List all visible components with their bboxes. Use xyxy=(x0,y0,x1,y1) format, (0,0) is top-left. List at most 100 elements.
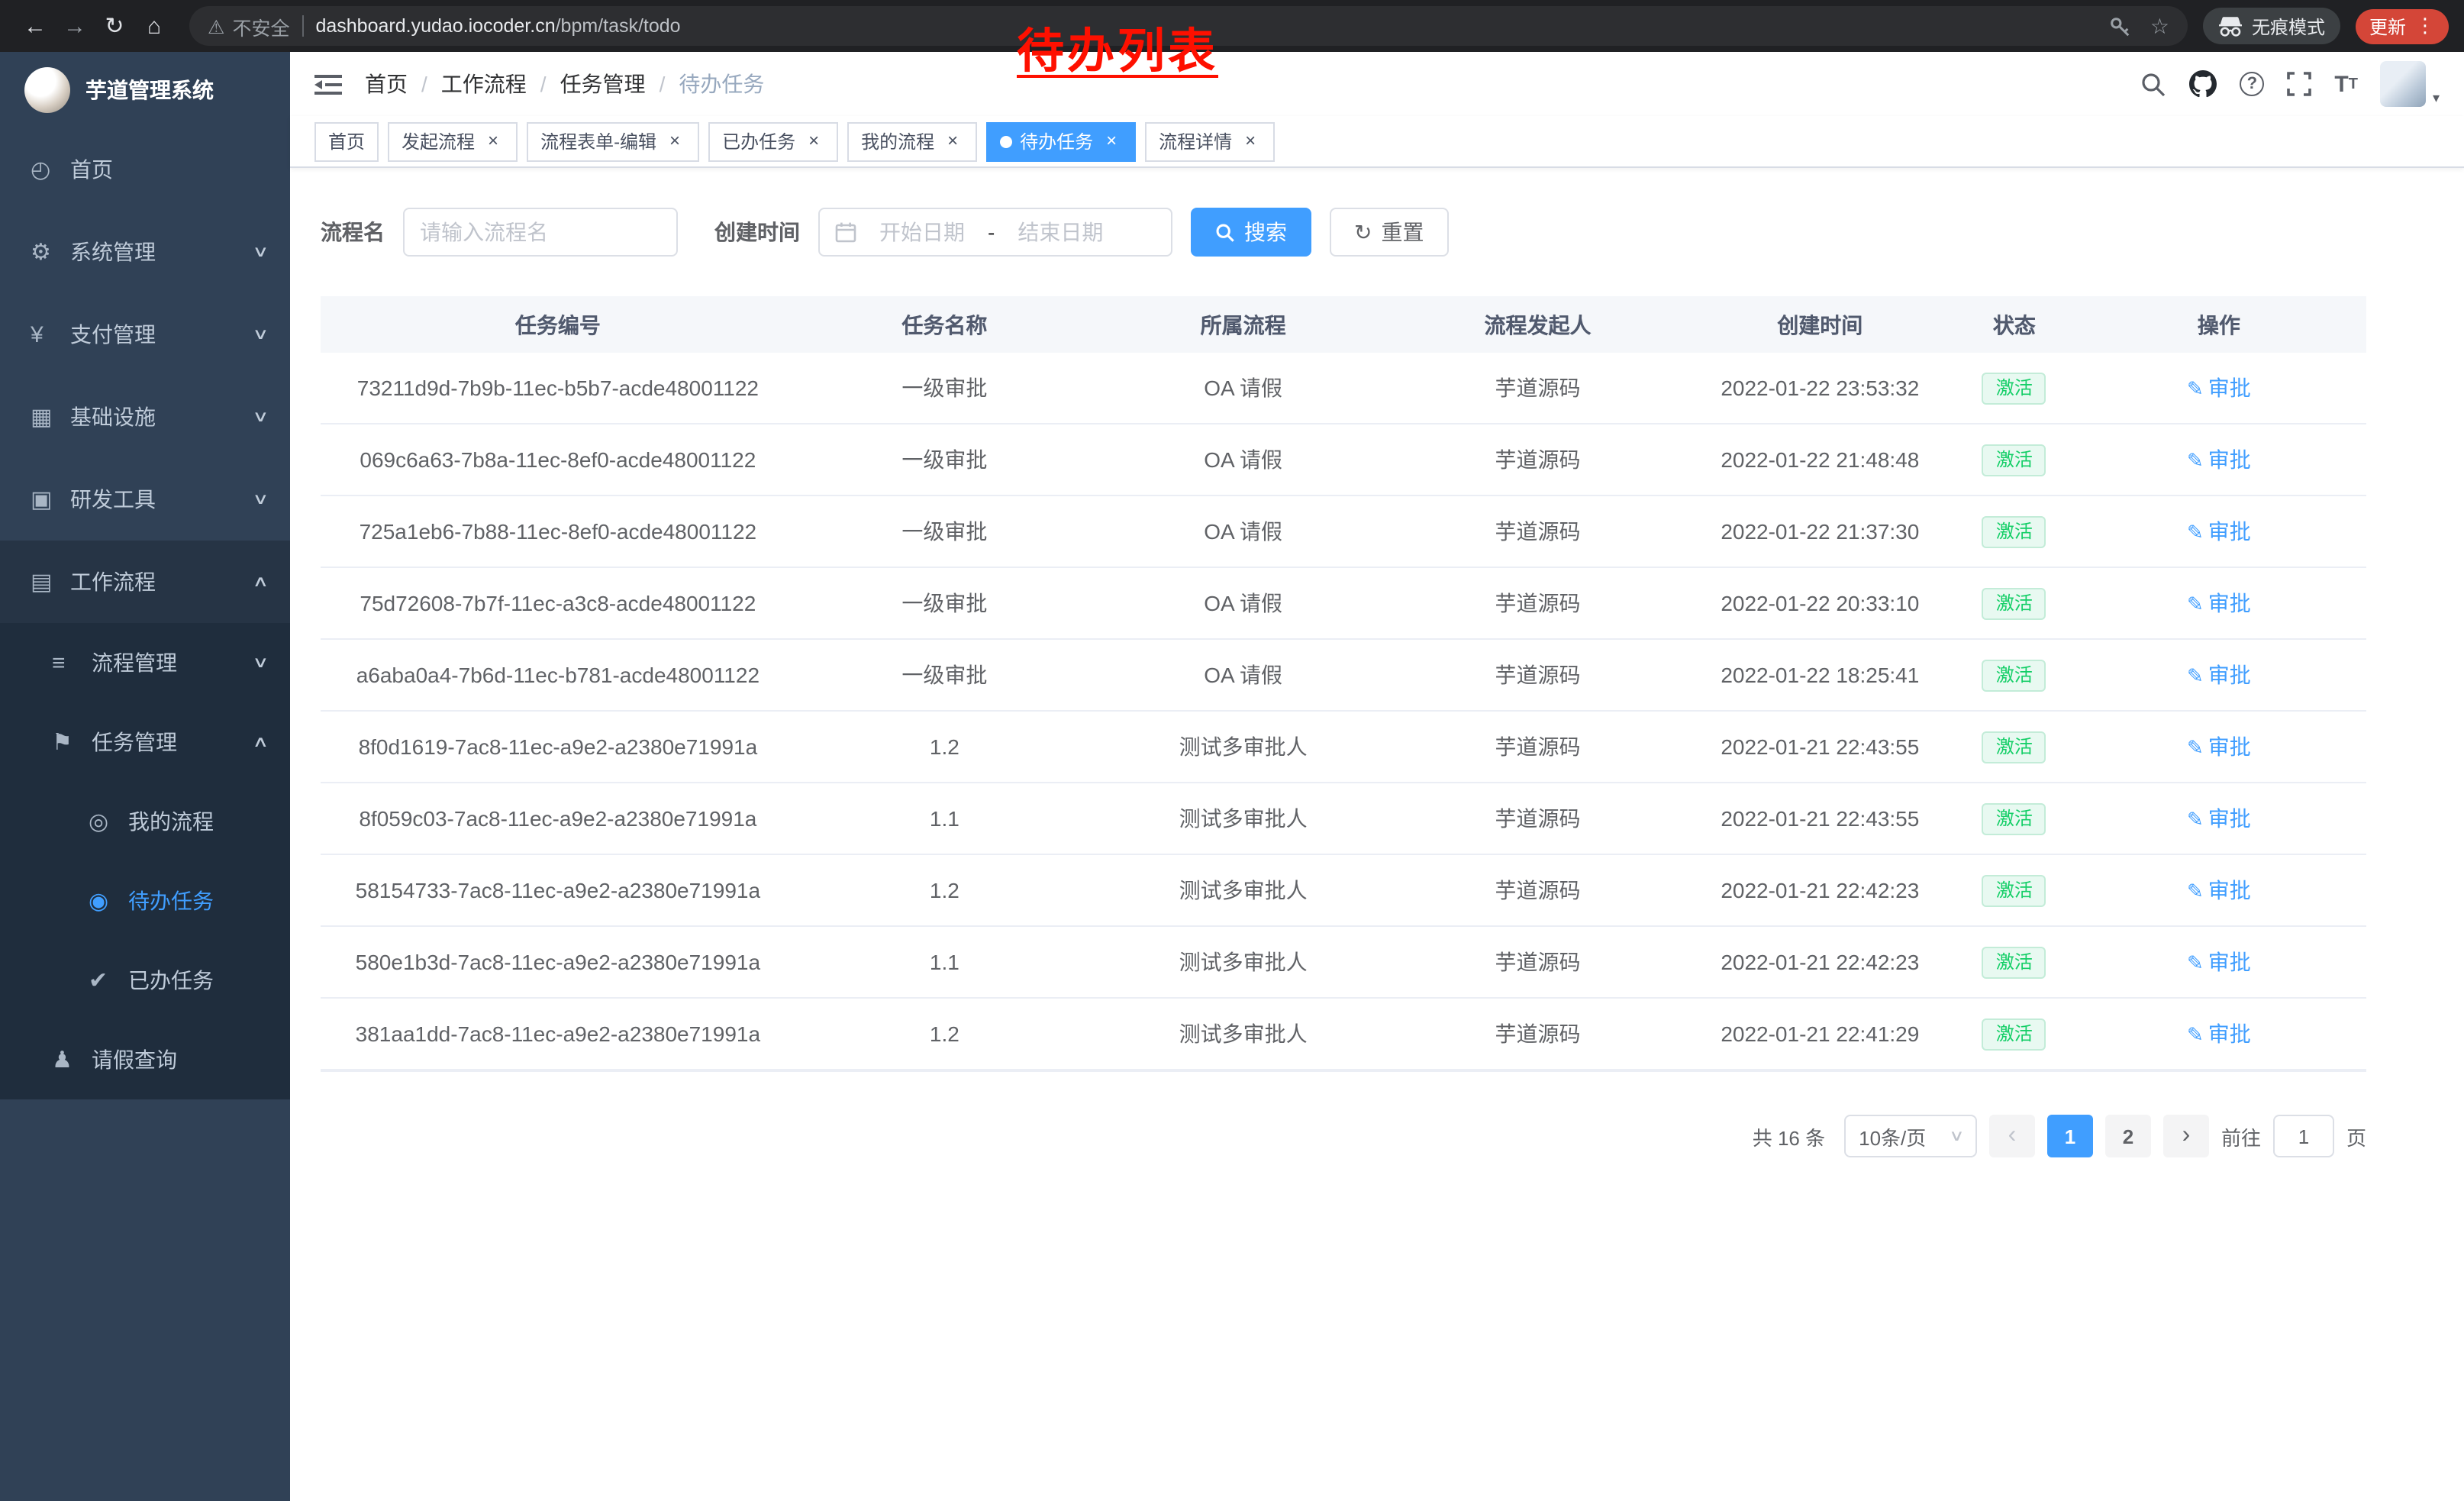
cell-action: ✎审批 xyxy=(2072,444,2366,475)
approve-link[interactable]: ✎审批 xyxy=(2187,1022,2251,1046)
cell-create-time: 2022-01-22 20:33:10 xyxy=(1683,591,1957,615)
cell-initiator: 芋道源码 xyxy=(1392,444,1683,475)
tab-label: 首页 xyxy=(328,128,365,154)
sidebar-item-process-mgmt[interactable]: ≡ 流程管理∨ xyxy=(0,623,290,702)
status-badge: 激活 xyxy=(1982,802,2046,834)
start-date-input[interactable] xyxy=(866,220,979,244)
approve-link[interactable]: ✎审批 xyxy=(2187,734,2251,759)
close-icon[interactable]: × xyxy=(803,131,824,152)
edit-icon: ✎ xyxy=(2187,736,2204,759)
cell-task-id: 069c6a63-7b8a-11ec-8ef0-acde48001122 xyxy=(321,447,795,472)
cell-status: 激活 xyxy=(1957,444,2072,476)
filter-bar: 流程名 创建时间 - 搜索 xyxy=(321,208,2366,257)
font-size-icon[interactable]: TT xyxy=(2334,71,2358,97)
breadcrumb-item[interactable]: 任务管理 xyxy=(560,69,646,99)
sidebar-item-task-mgmt[interactable]: ⚑ 任务管理∧ xyxy=(0,702,290,782)
sidebar-item-label: 研发工具 xyxy=(70,484,156,515)
cell-task-name: 1.2 xyxy=(795,1022,1094,1046)
tab-process-detail[interactable]: 流程详情 × xyxy=(1145,121,1275,161)
search-button[interactable]: 搜索 xyxy=(1191,208,1311,257)
reset-button[interactable]: ↻ 重置 xyxy=(1330,208,1448,257)
column-header: 状态 xyxy=(1957,309,2072,340)
cell-action: ✎审批 xyxy=(2072,803,2366,834)
chevron-down-icon: ∨ xyxy=(252,491,269,508)
goto-label: 前往 xyxy=(2221,1122,2261,1151)
tab-form-edit[interactable]: 流程表单-编辑 × xyxy=(527,121,699,161)
forward-icon[interactable]: → xyxy=(55,13,95,39)
sidebar-item-leave-query[interactable]: ♟ 请假查询 xyxy=(0,1020,290,1099)
status-badge: 激活 xyxy=(1982,587,2046,619)
approve-link[interactable]: ✎审批 xyxy=(2187,519,2251,544)
sidebar-item-home[interactable]: ◴ 首页 xyxy=(0,128,290,211)
tab-todo-task[interactable]: 待办任务 × xyxy=(986,121,1136,161)
status-badge: 激活 xyxy=(1982,515,2046,547)
approve-link[interactable]: ✎审批 xyxy=(2187,663,2251,687)
close-icon[interactable]: × xyxy=(482,131,504,152)
tab-label: 发起流程 xyxy=(402,128,475,154)
create-time-label: 创建时间 xyxy=(714,217,800,247)
process-name-input[interactable] xyxy=(420,220,661,244)
reload-icon[interactable]: ↻ xyxy=(95,12,134,40)
sidebar-item-system[interactable]: ⚙ 系统管理∨ xyxy=(0,211,290,293)
close-icon[interactable]: × xyxy=(1101,131,1122,152)
breadcrumb-item[interactable]: 首页 xyxy=(365,69,408,99)
github-icon[interactable] xyxy=(2189,70,2217,98)
approve-link[interactable]: ✎审批 xyxy=(2187,878,2251,902)
help-icon[interactable]: ? xyxy=(2240,72,2264,96)
hamburger-icon[interactable] xyxy=(314,73,342,95)
back-icon[interactable]: ← xyxy=(15,13,55,39)
payment-icon: ¥ xyxy=(31,321,70,347)
search-button-icon xyxy=(1215,222,1235,242)
tab-label: 待办任务 xyxy=(1020,128,1093,154)
sidebar-item-done-task[interactable]: ✔ 已办任务 xyxy=(0,941,290,1020)
approve-link[interactable]: ✎审批 xyxy=(2187,806,2251,831)
bookmark-star-icon[interactable]: ☆ xyxy=(2150,13,2169,39)
cell-process: OA 请假 xyxy=(1094,516,1392,547)
cell-create-time: 2022-01-22 18:25:41 xyxy=(1683,663,1957,687)
end-date-input[interactable] xyxy=(1004,220,1117,244)
sidebar-item-devtools[interactable]: ▣ 研发工具∨ xyxy=(0,458,290,541)
breadcrumb-item[interactable]: 工作流程 xyxy=(441,69,527,99)
table-body: 73211d9d-7b9b-11ec-b5b7-acde48001122 一级审… xyxy=(321,353,2366,1070)
date-range-picker[interactable]: - xyxy=(818,208,1172,257)
goto-page-input[interactable] xyxy=(2281,1125,2327,1148)
page-size-select[interactable]: 10条/页 ∨ xyxy=(1843,1115,1977,1157)
home-icon[interactable]: ⌂ xyxy=(134,13,174,39)
sidebar-item-todo-task[interactable]: ◉ 待办任务 xyxy=(0,861,290,941)
approve-link[interactable]: ✎审批 xyxy=(2187,447,2251,472)
cell-task-id: 580e1b3d-7ac8-11ec-a9e2-a2380e71991a xyxy=(321,950,795,974)
tab-home[interactable]: 首页 xyxy=(314,121,379,161)
prev-page-button[interactable]: ‹ xyxy=(1989,1115,2035,1157)
next-page-button[interactable]: › xyxy=(2163,1115,2209,1157)
tab-initiate-process[interactable]: 发起流程 × xyxy=(388,121,518,161)
cell-task-id: 381aa1dd-7ac8-11ec-a9e2-a2380e71991a xyxy=(321,1022,795,1046)
app-logo[interactable]: 芋道管理系统 xyxy=(0,52,290,128)
tab-done-task[interactable]: 已办任务 × xyxy=(708,121,838,161)
password-key-icon[interactable] xyxy=(2109,15,2132,37)
sidebar-item-label: 流程管理 xyxy=(92,647,177,678)
user-menu[interactable]: ▾ xyxy=(2381,61,2440,107)
sidebar-item-label: 首页 xyxy=(70,154,113,185)
sidebar-item-my-process[interactable]: ◎ 我的流程 xyxy=(0,782,290,861)
sidebar-item-infra[interactable]: ▦ 基础设施∨ xyxy=(0,376,290,458)
close-icon[interactable]: × xyxy=(942,131,963,152)
tab-my-process[interactable]: 我的流程 × xyxy=(847,121,977,161)
search-icon[interactable] xyxy=(2140,71,2166,97)
security-status[interactable]: ⚠ 不安全 xyxy=(208,11,289,40)
approve-link[interactable]: ✎审批 xyxy=(2187,591,2251,615)
tab-label: 流程详情 xyxy=(1159,128,1232,154)
cell-initiator: 芋道源码 xyxy=(1392,875,1683,905)
page-button-2[interactable]: 2 xyxy=(2105,1115,2151,1157)
approve-link[interactable]: ✎审批 xyxy=(2187,950,2251,974)
close-icon[interactable]: × xyxy=(664,131,685,152)
approve-link[interactable]: ✎审批 xyxy=(2187,376,2251,400)
fullscreen-icon[interactable] xyxy=(2287,72,2311,96)
sidebar-item-payment[interactable]: ¥ 支付管理∨ xyxy=(0,293,290,376)
browser-update-button[interactable]: 更新 ⋮ xyxy=(2356,8,2449,44)
page-button-1[interactable]: 1 xyxy=(2047,1115,2093,1157)
column-header: 所属流程 xyxy=(1094,309,1392,340)
close-icon[interactable]: × xyxy=(1240,131,1261,152)
browser-menu-icon[interactable]: ⋮ xyxy=(2415,14,2435,38)
status-badge: 激活 xyxy=(1982,874,2046,906)
sidebar-item-workflow[interactable]: ▤ 工作流程∧ xyxy=(0,541,290,623)
